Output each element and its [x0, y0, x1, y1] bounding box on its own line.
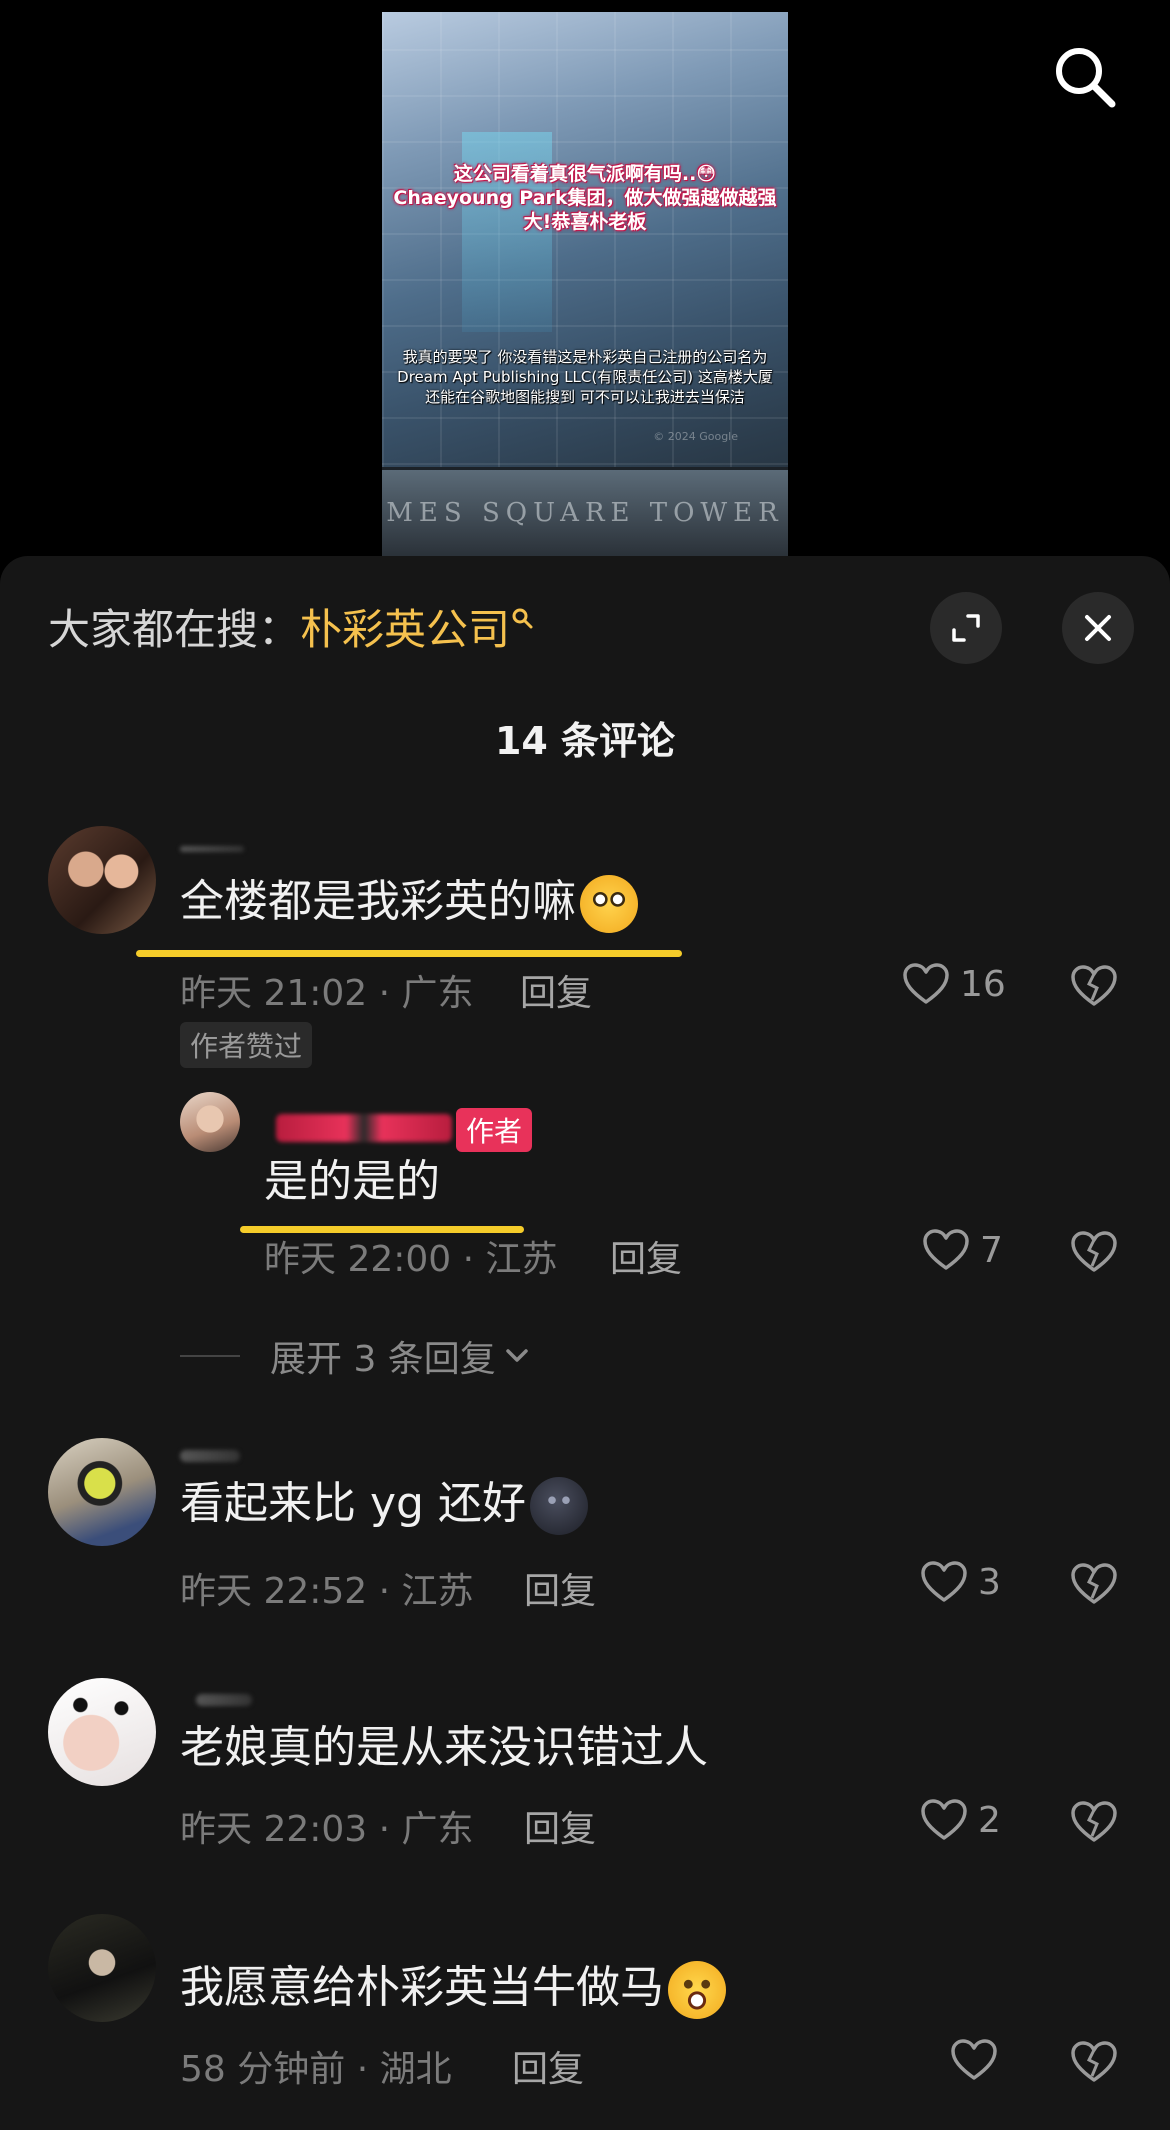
- author-avatar[interactable]: [180, 1092, 240, 1152]
- video-caption-top: 这公司看着真很气派啊有吗..😳 Chaeyoung Park集团，做大做强越做越…: [393, 163, 777, 233]
- username-redacted: [196, 1694, 252, 1706]
- dislike-button[interactable]: [1070, 2040, 1118, 2088]
- comment-item: 看起来比 yg 还好 昨天 22:52 · 江苏 回复 3: [0, 1430, 1170, 1612]
- avatar[interactable]: [48, 826, 156, 934]
- close-icon: [1085, 615, 1111, 641]
- broken-heart-icon: [1071, 1801, 1117, 1842]
- reply-button[interactable]: 回复: [520, 964, 592, 1016]
- comment-text: 全楼都是我彩英的嘛: [180, 872, 638, 933]
- reply-meta: 昨天 22:00 · 江苏: [264, 1239, 558, 1280]
- expand-replies-button[interactable]: 展开 3 条回复: [180, 1330, 532, 1382]
- divider-line: [180, 1355, 240, 1357]
- comment-item: 我愿意给朴彩英当牛做马 58 分钟前 · 湖北 回复: [0, 1914, 1170, 2104]
- comment-meta: 昨天 22:52 · 江苏: [180, 1571, 474, 1612]
- chevron-down-icon: [506, 1349, 528, 1362]
- reply-button[interactable]: 回复: [524, 1800, 596, 1852]
- like-button[interactable]: 3: [920, 1560, 1001, 1604]
- search-suggestion-keyword[interactable]: 朴彩英公司: [300, 605, 510, 654]
- comment-text-content: 全楼都是我彩英的嘛: [180, 876, 576, 927]
- search-button[interactable]: [1052, 44, 1118, 110]
- highlight-underline: [136, 950, 682, 957]
- expand-icon: [952, 614, 980, 642]
- comment-text: 老娘真的是从来没识错过人: [180, 1722, 708, 1773]
- author-liked-tag: 作者赞过: [180, 1022, 313, 1068]
- dislike-button[interactable]: [1070, 1800, 1118, 1848]
- video-thumbnail[interactable]: 这公司看着真很气派啊有吗..😳 Chaeyoung Park集团，做大做强越做越…: [382, 12, 788, 557]
- author-badge: 作者: [456, 1108, 533, 1152]
- like-count: 16: [960, 963, 1006, 1005]
- pleading-emoji-icon: [580, 875, 638, 933]
- close-button[interactable]: [1062, 592, 1134, 664]
- like-count: 2: [978, 1799, 1001, 1841]
- dislike-button[interactable]: [1070, 1230, 1118, 1278]
- comment-text: 我愿意给朴彩英当牛做马: [180, 1958, 726, 2019]
- author-name-redacted: [276, 1114, 452, 1142]
- dislike-button[interactable]: [1070, 964, 1118, 1012]
- small-search-icon: [512, 608, 533, 629]
- reply-button[interactable]: 回复: [610, 1230, 682, 1282]
- heart-icon: [951, 2039, 997, 2080]
- like-count: 7: [980, 1229, 1003, 1271]
- broken-heart-icon: [1071, 2041, 1117, 2082]
- building-lobby: MES SQUARE TOWER: [382, 467, 788, 557]
- dislike-button[interactable]: [1070, 1562, 1118, 1610]
- heart-icon: [921, 1561, 967, 1602]
- fullscreen-button[interactable]: [930, 592, 1002, 664]
- heart-icon: [921, 1799, 967, 1840]
- reply-button[interactable]: 回复: [524, 1562, 596, 1614]
- comment-item: 全楼都是我彩英的嘛 昨天 21:02 · 广东 回复 16 作者赞过 作者 是的…: [0, 826, 1170, 1386]
- like-button[interactable]: 7: [922, 1228, 1003, 1272]
- search-icon: [1056, 48, 1116, 108]
- comment-meta: 昨天 21:02 · 广东: [180, 973, 474, 1014]
- broken-heart-icon: [1071, 965, 1117, 1006]
- avatar[interactable]: [48, 1678, 156, 1786]
- comment-meta: 昨天 22:03 · 广东: [180, 1809, 474, 1850]
- reply-button[interactable]: 回复: [512, 2040, 584, 2092]
- crying-laughing-emoji-icon: [668, 1961, 726, 2019]
- search-suggestion[interactable]: 大家都在搜：朴彩英公司: [48, 600, 534, 660]
- comment-text: 看起来比 yg 还好: [180, 1474, 588, 1535]
- building-sign: MES SQUARE TOWER: [386, 498, 784, 528]
- comment-panel: 大家都在搜：朴彩英公司 14 条评论 全楼都是我彩英的嘛 昨天 21:02 · …: [0, 556, 1170, 2130]
- comment-meta: 58 分钟前 · 湖北: [180, 2049, 452, 2090]
- comment-item: 老娘真的是从来没识错过人 昨天 22:03 · 广东 回复 2: [0, 1670, 1170, 1850]
- broken-heart-icon: [1071, 1563, 1117, 1604]
- avatar[interactable]: [48, 1438, 156, 1546]
- reply-text: 是的是的: [264, 1156, 440, 1207]
- heart-icon: [903, 963, 949, 1004]
- like-button[interactable]: 16: [902, 962, 1006, 1006]
- dark-moon-emoji-icon: [529, 1477, 588, 1535]
- username-redacted: [180, 1450, 240, 1462]
- like-count: 3: [978, 1561, 1001, 1603]
- video-area[interactable]: 这公司看着真很气派啊有吗..😳 Chaeyoung Park集团，做大做强越做越…: [0, 0, 1170, 570]
- comment-count: 14 条评论: [494, 719, 676, 763]
- search-suggestion-prefix: 大家都在搜：: [48, 605, 301, 654]
- video-caption-bottom: 我真的要哭了 你没看错这是朴彩英自己注册的公司名为Dream Apt Publi…: [397, 348, 773, 406]
- expand-replies-label: 展开 3 条回复: [270, 1339, 496, 1380]
- like-button[interactable]: 2: [920, 1798, 1001, 1842]
- comment-text-content: 看起来比 yg 还好: [180, 1478, 526, 1529]
- username-redacted: [180, 846, 244, 852]
- comment-text-content: 我愿意给朴彩英当牛做马: [180, 1962, 664, 2013]
- avatar[interactable]: [48, 1914, 156, 2022]
- broken-heart-icon: [1071, 1231, 1117, 1272]
- like-button[interactable]: [950, 2038, 1008, 2082]
- heart-icon: [923, 1229, 969, 1270]
- map-watermark: © 2024 Google: [653, 430, 738, 443]
